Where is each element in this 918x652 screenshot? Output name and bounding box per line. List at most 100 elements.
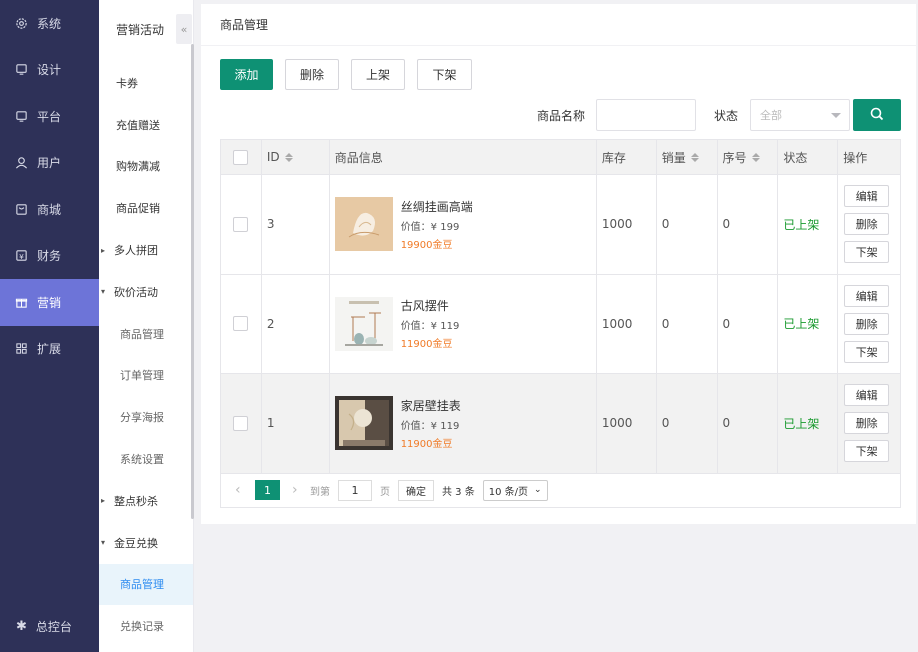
sidebar-item-promotion[interactable]: 商品促销 bbox=[99, 187, 193, 229]
edit-button[interactable]: 编辑 bbox=[844, 284, 890, 307]
table-header: ID 商品信息 库存 销量 序号 状态 操作 bbox=[221, 140, 900, 175]
header-id[interactable]: ID bbox=[262, 140, 330, 174]
row-checkbox[interactable] bbox=[233, 216, 249, 232]
sidebar-item-recharge[interactable]: 充值赠送 bbox=[99, 104, 193, 146]
sidebar-item-exchange-goods[interactable]: 商品管理 bbox=[99, 563, 193, 606]
scrollbar[interactable] bbox=[191, 44, 194, 519]
sidebar-item-full-reduction[interactable]: 购物满减 bbox=[99, 146, 193, 188]
nav-item-user[interactable]: 用户 bbox=[0, 140, 99, 187]
nav-item-marketing[interactable]: 营销 bbox=[0, 279, 99, 326]
sidebar-item-label: 砍价活动 bbox=[114, 285, 158, 299]
select-all-checkbox[interactable] bbox=[233, 149, 249, 165]
row-off-shelf-button[interactable]: 下架 bbox=[844, 440, 890, 463]
cog-icon: ✱ bbox=[16, 618, 27, 634]
edit-button[interactable]: 编辑 bbox=[844, 384, 890, 407]
row-checkbox[interactable] bbox=[233, 415, 249, 431]
status-select-value: 全部 bbox=[760, 109, 782, 122]
sidebar-item-label: 充值赠送 bbox=[116, 118, 160, 132]
sidebar-group-bean-exchange[interactable]: ▾ 金豆兑换 bbox=[99, 522, 193, 564]
sidebar-group-group-buy[interactable]: ▸ 多人拼团 bbox=[99, 229, 193, 271]
header-sales[interactable]: 销量 bbox=[657, 140, 718, 174]
product-table: ID 商品信息 库存 销量 序号 状态 操作 3 丝绸挂画高端 价值：¥ 199… bbox=[220, 139, 901, 508]
row-checkbox[interactable] bbox=[233, 316, 249, 332]
nav-item-finance[interactable]: ¥ 财务 bbox=[0, 233, 99, 280]
add-button[interactable]: 添加 bbox=[220, 59, 273, 90]
nav-item-system[interactable]: 系统 bbox=[0, 0, 99, 47]
sidebar-group-bargain[interactable]: ▾ 砍价活动 bbox=[99, 271, 193, 313]
sort-icon[interactable] bbox=[690, 152, 699, 162]
status-badge: 已上架 bbox=[783, 217, 820, 232]
nav-item-platform[interactable]: 平台 bbox=[0, 93, 99, 140]
product-thumbnail bbox=[334, 396, 393, 451]
header-order[interactable]: 序号 bbox=[718, 140, 779, 174]
page-size-select[interactable]: 10 条/页 ⌄ bbox=[482, 479, 548, 501]
row-status: 已上架 bbox=[778, 374, 839, 473]
product-name-input[interactable] bbox=[596, 99, 696, 131]
row-checkbox-cell bbox=[221, 374, 262, 473]
row-sales: 0 bbox=[657, 274, 718, 373]
shop-icon bbox=[14, 202, 28, 216]
nav-item-design[interactable]: 设计 bbox=[0, 47, 99, 94]
on-shelf-button[interactable]: 上架 bbox=[351, 59, 405, 90]
header-checkbox-cell bbox=[221, 140, 262, 174]
sort-icon[interactable] bbox=[751, 152, 760, 162]
row-delete-button[interactable]: 删除 bbox=[844, 312, 890, 335]
row-stock: 1000 bbox=[597, 175, 657, 274]
caret-down-icon: ▾ bbox=[101, 538, 106, 548]
sidebar-item-label: 系统设置 bbox=[120, 453, 164, 467]
sidebar-item-bargain-goods[interactable]: 商品管理 bbox=[99, 313, 193, 355]
row-id: 2 bbox=[262, 274, 330, 373]
search-button[interactable] bbox=[853, 99, 901, 131]
page-title: 商品管理 bbox=[201, 4, 916, 46]
sort-icon[interactable] bbox=[284, 152, 293, 162]
product-info: 丝绸挂画高端 价值：¥ 199 19900金豆 bbox=[401, 198, 473, 251]
header-ops: 操作 bbox=[843, 150, 868, 165]
row-info: 家居壁挂表 价值：¥ 119 11900金豆 bbox=[330, 374, 597, 473]
row-ops: 编辑 删除 下架 bbox=[838, 175, 900, 274]
header-id-label: ID bbox=[266, 150, 280, 164]
sidebar-item-share-poster[interactable]: 分享海报 bbox=[99, 396, 193, 438]
sidebar-item-label: 卡券 bbox=[116, 76, 138, 90]
page-jump-input[interactable]: 1 bbox=[338, 479, 372, 501]
console-link[interactable]: ✱ 总控台 bbox=[0, 614, 99, 638]
table-row: 2 古风摆件 价值：¥ 119 11900金豆 1000 0 0 已上架 编辑 … bbox=[221, 274, 900, 374]
off-shelf-button[interactable]: 下架 bbox=[417, 59, 472, 90]
row-delete-button[interactable]: 删除 bbox=[844, 412, 890, 435]
sidebar-item-label: 购物满减 bbox=[116, 160, 160, 174]
product-beans: 11900金豆 bbox=[400, 339, 453, 351]
status-select[interactable]: 全部 bbox=[750, 99, 850, 131]
delete-button[interactable]: 删除 bbox=[285, 59, 339, 90]
page-current[interactable]: 1 bbox=[255, 480, 280, 500]
row-off-shelf-button[interactable]: 下架 bbox=[844, 241, 890, 264]
table-row: 1 家居壁挂表 价值：¥ 119 11900金豆 1000 0 0 已上架 编辑… bbox=[221, 374, 900, 474]
row-off-shelf-button[interactable]: 下架 bbox=[844, 340, 890, 363]
sidebar-item-bargain-settings[interactable]: 系统设置 bbox=[99, 438, 193, 480]
nav-item-label: 设计 bbox=[37, 63, 62, 78]
prev-page-icon[interactable]: ‹ bbox=[235, 482, 249, 498]
confirm-button[interactable]: 确定 bbox=[398, 479, 434, 501]
finance-icon: ¥ bbox=[14, 249, 28, 263]
collapse-button[interactable]: « bbox=[176, 14, 192, 44]
sidebar-item-bargain-orders[interactable]: 订单管理 bbox=[99, 355, 193, 397]
sidebar-item-coupon[interactable]: 卡券 bbox=[99, 62, 193, 104]
row-sales: 0 bbox=[657, 175, 718, 274]
caret-right-icon: ▸ bbox=[101, 245, 106, 255]
nav-item-extend[interactable]: 扩展 bbox=[0, 326, 99, 373]
sidebar-item-exchange-records[interactable]: 兑换记录 bbox=[99, 605, 193, 647]
row-delete-button[interactable]: 删除 bbox=[844, 213, 890, 236]
secondary-nav: 营销活动 « 卡券 充值赠送 购物满减 商品促销 ▸ 多人拼团 ▾ 砍价活动 商… bbox=[99, 0, 194, 652]
pagination: ‹ 1 › 到第 1 页 确定 共 3 条 10 条/页 ⌄ bbox=[221, 473, 900, 507]
row-ops: 编辑 删除 下架 bbox=[838, 374, 900, 473]
sidebar-item-label: 商品管理 bbox=[120, 578, 164, 592]
status-badge: 已上架 bbox=[783, 317, 820, 332]
nav-item-label: 扩展 bbox=[37, 342, 62, 357]
gear-icon bbox=[14, 16, 28, 30]
user-icon bbox=[14, 156, 28, 170]
nav-item-mall[interactable]: 商城 bbox=[0, 186, 99, 233]
product-price: 价值：¥ 199 bbox=[400, 221, 460, 233]
filter-bar: 商品名称 状态 全部 bbox=[201, 99, 916, 131]
edit-button[interactable]: 编辑 bbox=[844, 185, 890, 208]
next-page-icon[interactable]: › bbox=[292, 482, 306, 498]
product-price: 价值：¥ 119 bbox=[400, 420, 460, 432]
sidebar-group-flash-sale[interactable]: ▸ 整点秒杀 bbox=[99, 480, 193, 522]
